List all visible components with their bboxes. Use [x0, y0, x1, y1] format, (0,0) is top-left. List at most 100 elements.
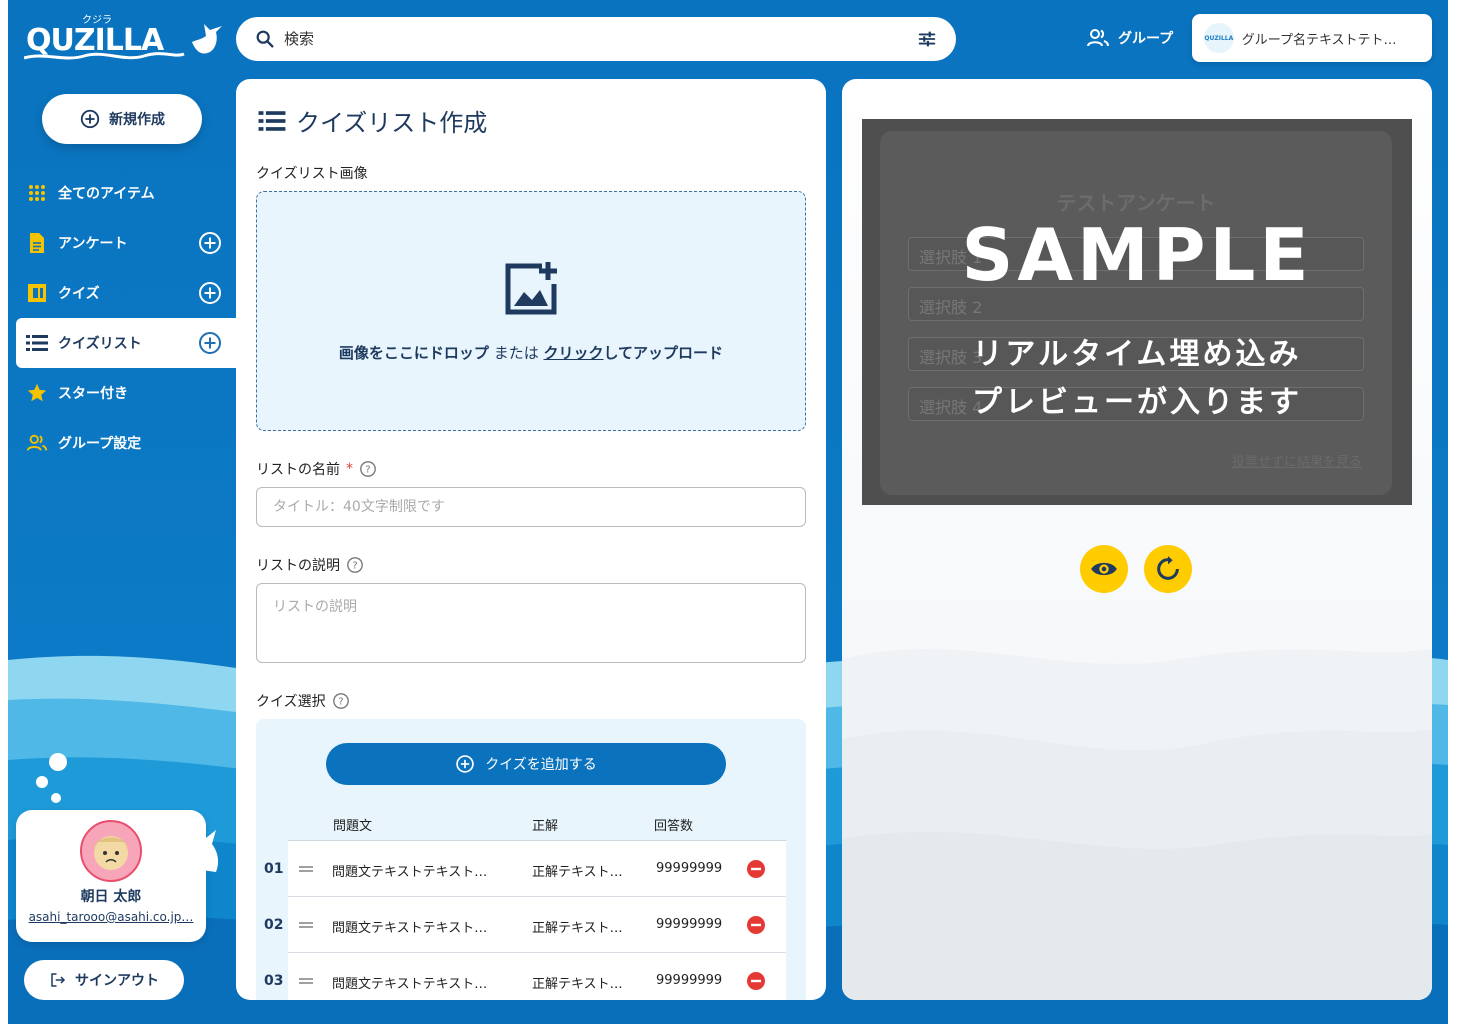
avatar[interactable] — [80, 820, 142, 882]
row-answer: 正解テキスト… — [532, 865, 623, 880]
embed-preview: テストアンケート 選択肢 1 選択肢 2 選択肢 3 選択肢 4 投票せずに結果… — [862, 119, 1412, 505]
group-avatar: QUZILLA — [1204, 23, 1234, 53]
help-icon[interactable]: ? — [359, 460, 377, 478]
user-name: 朝日 太郎 — [80, 889, 142, 905]
skip-vote-link[interactable]: 投票せずに結果を見る — [1232, 451, 1362, 470]
sample-caption: リアルタイム埋め込み プレビューが入ります — [972, 337, 1302, 420]
remove-icon[interactable] — [746, 859, 766, 879]
user-card: 朝日 太郎 asahi_tarooo@asahi.co.jp… — [16, 810, 206, 942]
drag-handle-icon[interactable] — [298, 919, 314, 931]
table-row: 01 問題文テキストテキスト… 正解テキスト… 99999999 — [256, 841, 786, 897]
list-name-input[interactable] — [256, 487, 806, 527]
whale-tail-decoration — [186, 830, 219, 872]
signout-label: サインアウト — [75, 973, 159, 989]
remove-icon[interactable] — [746, 971, 766, 991]
table-row: 03 問題文テキストテキスト… 正解テキスト… 99999999 — [256, 953, 786, 1000]
sidebar-item-group-settings[interactable]: グループ設定 — [16, 418, 236, 468]
add-quizlist-icon[interactable] — [198, 331, 222, 355]
quiz-table-header: 問題文 正解 回答数 — [288, 811, 786, 841]
svg-text:?: ? — [365, 465, 370, 476]
group-icon — [1087, 29, 1109, 47]
drag-handle-icon[interactable] — [298, 863, 314, 875]
preview-refresh-button[interactable] — [1144, 545, 1192, 593]
sidebar-item-quizlist[interactable]: クイズリスト — [16, 318, 236, 368]
add-photo-icon — [505, 261, 557, 314]
group-settings-icon — [26, 432, 48, 454]
sidebar-item-label: クイズリスト — [58, 336, 142, 352]
sidebar-item-label: アンケート — [58, 236, 128, 252]
table-row: 02 問題文テキストテキスト… 正解テキスト… 99999999 — [256, 897, 786, 953]
group-selector[interactable]: QUZILLA グループ名テキストテト… — [1192, 14, 1432, 62]
list-icon — [26, 332, 48, 354]
preview-view-button[interactable] — [1080, 545, 1128, 593]
quiz-select-box: クイズを追加する 問題文 正解 回答数 01 問題文テキストテキスト… 正解テキ… — [256, 719, 806, 1000]
document-icon — [26, 232, 48, 254]
add-circle-icon — [456, 755, 474, 773]
user-email[interactable]: asahi_tarooo@asahi.co.jp… — [16, 910, 206, 924]
row-count: 99999999 — [656, 861, 723, 876]
row-answer: 正解テキスト… — [532, 921, 623, 936]
add-survey-icon[interactable] — [198, 231, 222, 255]
description-label: リストの説明 ? — [256, 555, 364, 575]
quzilla-logo[interactable]: クジラ QUZILLA — [23, 12, 224, 64]
row-count: 99999999 — [656, 917, 723, 932]
group-link[interactable]: グループ — [1086, 28, 1173, 48]
remove-icon[interactable] — [746, 915, 766, 935]
signout-button[interactable]: サインアウト — [24, 960, 184, 1000]
add-circle-icon — [80, 109, 100, 129]
star-icon — [26, 382, 48, 404]
quiz-icon — [26, 282, 48, 304]
search-bar[interactable] — [236, 17, 956, 61]
sidebar-item-starred[interactable]: スター付き — [16, 368, 236, 418]
quiz-select-label: クイズ選択 ? — [256, 691, 350, 711]
page-title: クイズリスト作成 — [258, 103, 487, 138]
sidebar-nav: 全てのアイテム アンケート クイズ クイズリスト スター付き グループ設定 — [16, 168, 236, 468]
add-quiz-icon[interactable] — [198, 281, 222, 305]
search-input[interactable] — [284, 30, 916, 48]
sidebar-item-label: スター付き — [58, 386, 128, 402]
add-quiz-button[interactable]: クイズを追加する — [326, 743, 726, 785]
tune-icon[interactable] — [916, 28, 938, 50]
sidebar-item-label: クイズ — [58, 286, 100, 302]
dropzone-text: 画像をここにドロップ または クリックしてアップロード — [338, 343, 724, 362]
logo-text: QUZILLA — [26, 23, 165, 58]
col-count: 回答数 — [654, 819, 694, 834]
sidebar-item-survey[interactable]: アンケート — [16, 218, 236, 268]
search-icon — [256, 30, 274, 48]
preview-waves — [842, 649, 1432, 1000]
logout-icon — [51, 973, 66, 987]
sidebar-item-all[interactable]: 全てのアイテム — [16, 168, 236, 218]
upload-click-link[interactable]: クリック — [543, 344, 603, 362]
new-create-label: 新規作成 — [109, 112, 165, 128]
group-link-label: グループ — [1118, 31, 1174, 47]
row-question: 問題文テキストテキスト… — [332, 921, 488, 936]
sample-watermark: SAMPLE — [961, 213, 1313, 297]
row-number: 03 — [264, 973, 284, 989]
list-icon — [258, 110, 286, 131]
image-label: クイズリスト画像 — [256, 166, 368, 182]
new-create-button[interactable]: 新規作成 — [42, 94, 202, 144]
preview-panel: テストアンケート 選択肢 1 選択肢 2 選択肢 3 選択肢 4 投票せずに結果… — [842, 79, 1432, 1000]
row-question: 問題文テキストテキスト… — [332, 865, 488, 880]
help-icon[interactable]: ? — [332, 692, 350, 710]
bubbles-decoration — [36, 753, 67, 803]
list-description-input[interactable] — [256, 583, 806, 663]
row-count: 99999999 — [656, 973, 723, 988]
sidebar-item-quiz[interactable]: クイズ — [16, 268, 236, 318]
survey-title: テストアンケート — [1056, 191, 1216, 215]
svg-text:?: ? — [352, 561, 357, 572]
survey-card: テストアンケート 選択肢 1 選択肢 2 選択肢 3 選択肢 4 投票せずに結果… — [880, 131, 1392, 495]
row-number: 01 — [264, 861, 284, 877]
sidebar-item-label: 全てのアイテム — [58, 186, 155, 202]
group-name: グループ名テキストテト… — [1241, 32, 1397, 48]
add-quiz-label: クイズを追加する — [485, 757, 597, 773]
quizlist-form-panel: クイズリスト作成 クイズリスト画像 画像をここにドロップ または クリックしてア… — [236, 79, 826, 1000]
row-answer: 正解テキスト… — [532, 977, 623, 992]
col-question: 問題文 — [333, 819, 373, 834]
page-title-text: クイズリスト作成 — [296, 109, 488, 137]
image-dropzone[interactable]: 画像をここにドロップ または クリックしてアップロード — [256, 191, 806, 431]
drag-handle-icon[interactable] — [298, 975, 314, 987]
help-icon[interactable]: ? — [346, 556, 364, 574]
app-frame: クジラ QUZILLA グループ QUZILLA グループ名テキストテト… 新規… — [8, 0, 1448, 1024]
apps-grid-icon — [26, 182, 48, 204]
